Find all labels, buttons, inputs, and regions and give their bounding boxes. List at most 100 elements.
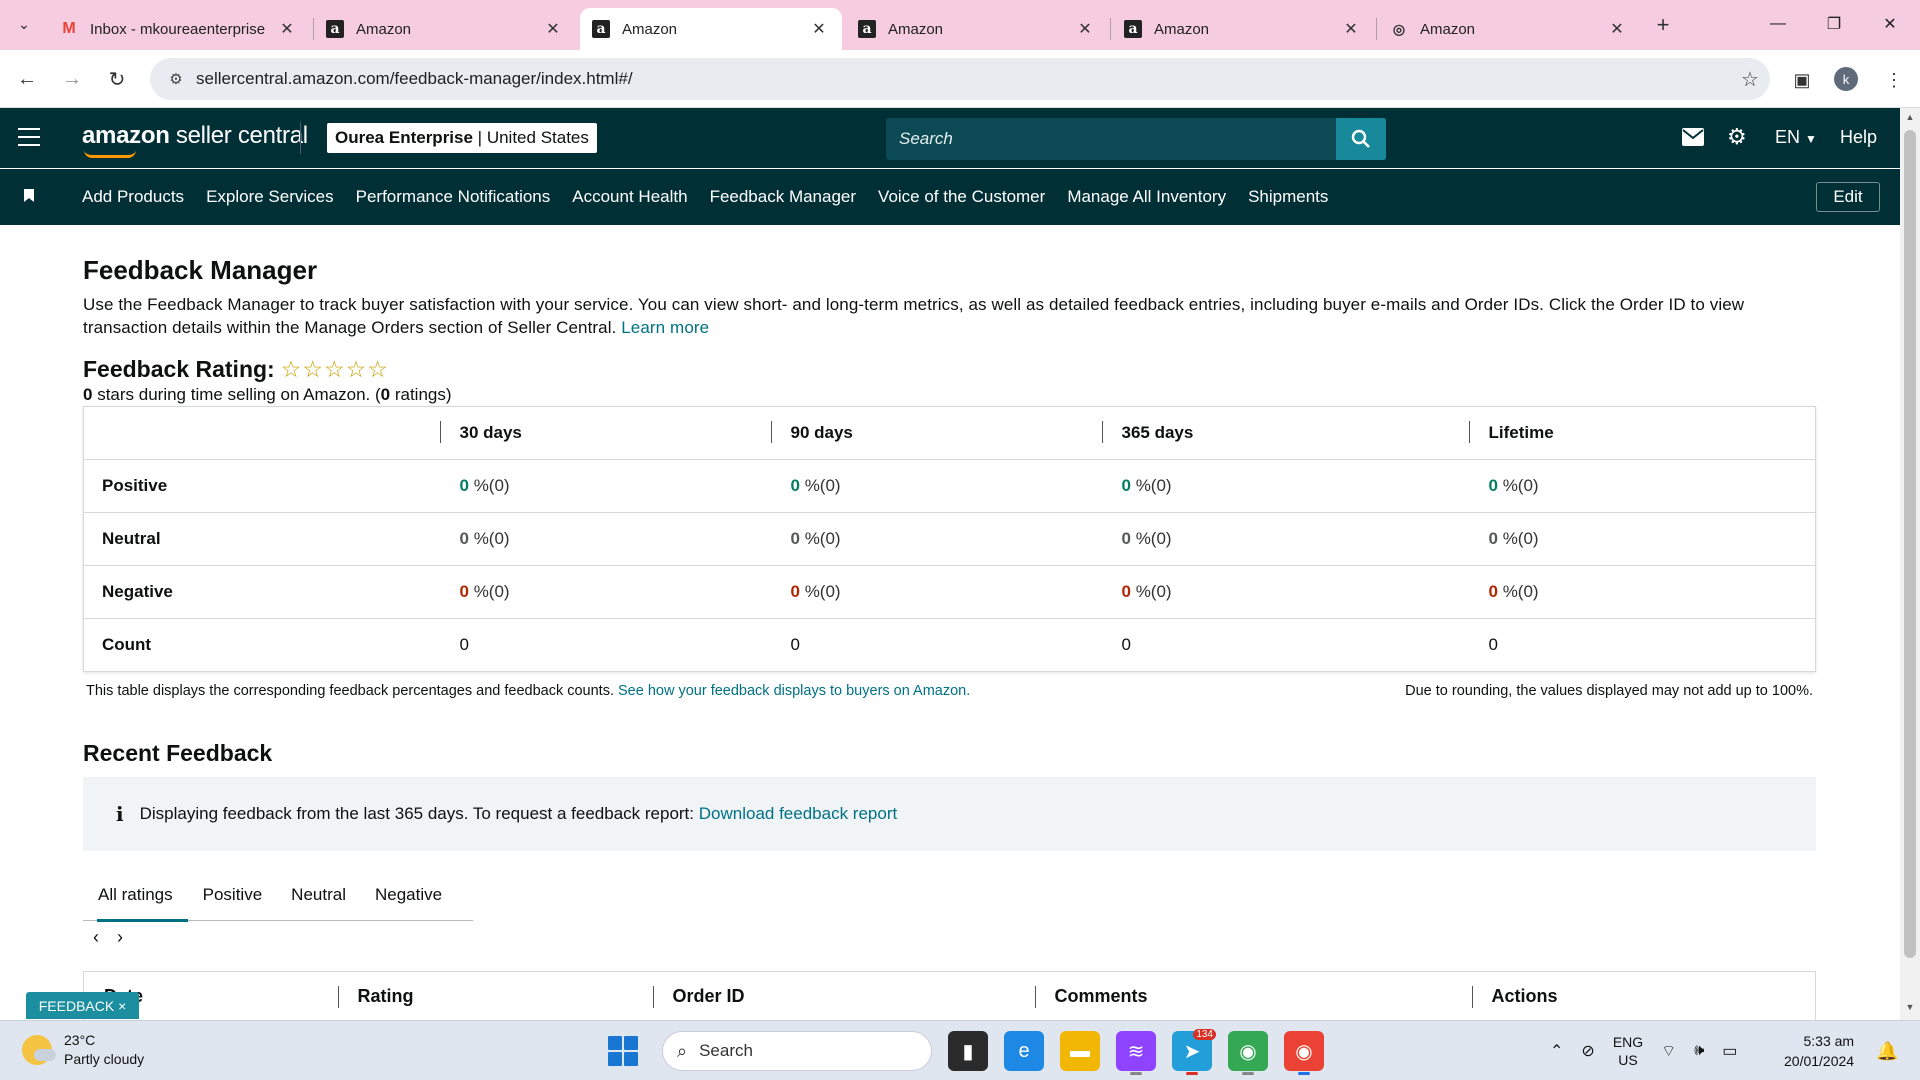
chevron-right-icon[interactable]: ›: [117, 927, 123, 948]
feedback-widget-button[interactable]: FEEDBACK ×: [26, 992, 139, 1019]
table-cell: 0 %(0): [439, 459, 771, 513]
network-off-icon[interactable]: ⊘: [1581, 1041, 1594, 1061]
percent-count: %(0): [468, 476, 510, 495]
nav-manage-all-inventory[interactable]: Manage All Inventory: [1067, 187, 1226, 207]
clock[interactable]: 5:33 am 20/01/2024: [1784, 1031, 1854, 1071]
help-link[interactable]: Help: [1840, 127, 1877, 148]
scroll-down-arrow-icon[interactable]: ▼: [1900, 1002, 1920, 1018]
tab-positive[interactable]: Positive: [188, 869, 278, 921]
restore-icon[interactable]: ❐: [1812, 8, 1856, 40]
more-menu-icon[interactable]: ⋮: [1880, 66, 1908, 94]
close-icon[interactable]: ✕: [276, 18, 298, 40]
tab-all-ratings[interactable]: All ratings: [83, 869, 188, 922]
language-selector[interactable]: EN ▼: [1775, 127, 1817, 148]
search-button[interactable]: [1336, 118, 1386, 160]
battery-icon[interactable]: ▭: [1722, 1041, 1737, 1061]
edit-nav-button[interactable]: Edit: [1816, 182, 1880, 212]
learn-more-link[interactable]: Learn more: [621, 318, 709, 337]
bookmark-star-icon[interactable]: ☆: [1730, 67, 1770, 92]
nav-add-products[interactable]: Add Products: [82, 187, 184, 207]
table-header-row: Date Rating Order ID Comments Actions: [84, 972, 1816, 1022]
language-label: EN: [1775, 127, 1801, 147]
notification-bell-icon[interactable]: 🔔: [1876, 1041, 1898, 1062]
percent-count: %(0): [468, 582, 510, 601]
feedback-rating-label: Feedback Rating:: [83, 356, 275, 382]
weather-widget[interactable]: 23°C Partly cloudy: [22, 1031, 144, 1069]
taskbar-search[interactable]: ⌕ Search: [662, 1031, 932, 1071]
close-icon[interactable]: ✕: [1074, 18, 1096, 40]
search-icon: [1351, 129, 1370, 148]
amazon-seller-central-logo[interactable]: amazon seller central: [82, 122, 308, 158]
nav-explore-services[interactable]: Explore Services: [206, 187, 334, 207]
column-header[interactable]: Comments: [1034, 972, 1472, 1022]
telegram-icon[interactable]: ➤ 134: [1172, 1029, 1216, 1075]
account-switcher[interactable]: Ourea Enterprise | United States: [327, 123, 597, 153]
stars-text: stars during time selling on Amazon. (: [92, 385, 381, 404]
search-input[interactable]: [899, 129, 1386, 149]
logo-amazon-text: amazon: [82, 122, 170, 149]
minimize-icon[interactable]: —: [1756, 8, 1800, 40]
close-icon[interactable]: ✕: [808, 18, 830, 40]
browser-tab-gmail[interactable]: M Inbox - mkoureaenterprise ✕: [48, 8, 310, 50]
nav-shipments[interactable]: Shipments: [1248, 187, 1328, 207]
chrome-profile-icon[interactable]: ◉: [1228, 1031, 1268, 1075]
column-header[interactable]: Order ID: [652, 972, 1035, 1022]
scrollbar-thumb[interactable]: [1904, 130, 1916, 958]
tab-neutral[interactable]: Neutral: [277, 869, 361, 921]
download-feedback-report-link[interactable]: Download feedback report: [699, 804, 897, 824]
page-scrollbar[interactable]: ▲ ▼: [1900, 108, 1920, 1020]
neutral-value: 0: [790, 529, 800, 548]
edge-icon[interactable]: e: [1004, 1031, 1044, 1071]
browser-tab-amazon-active[interactable]: a Amazon ✕: [580, 8, 842, 50]
tab-negative[interactable]: Negative: [361, 869, 457, 921]
new-tab-plus-icon[interactable]: +: [1650, 12, 1676, 38]
neutral-value: 0: [1121, 529, 1131, 548]
forward-arrow-icon[interactable]: →: [57, 64, 87, 94]
wifi-icon[interactable]: ⌔: [1661, 1041, 1676, 1061]
nav-feedback-manager[interactable]: Feedback Manager: [710, 187, 856, 207]
messenger-icon[interactable]: ≋: [1116, 1031, 1156, 1075]
row-label: Negative: [83, 565, 440, 619]
back-arrow-icon[interactable]: ←: [12, 64, 42, 94]
browser-tab-amazon-3[interactable]: a Amazon ✕: [846, 8, 1108, 50]
file-explorer-icon[interactable]: ▬: [1060, 1031, 1100, 1071]
side-panel-icon[interactable]: ▣: [1788, 66, 1816, 94]
nav-performance-notifications[interactable]: Performance Notifications: [356, 187, 551, 207]
omnibox[interactable]: ⚙ sellercentral.amazon.com/feedback-mana…: [150, 58, 1770, 100]
tab-search-chevron-icon[interactable]: ⌄: [10, 10, 38, 38]
url-text[interactable]: sellercentral.amazon.com/feedback-manage…: [196, 69, 1730, 89]
bookmark-icon[interactable]: [24, 189, 34, 202]
column-header-30-days: 30 days: [459, 423, 522, 442]
close-icon[interactable]: ✕: [1606, 18, 1628, 40]
table-row-neutral: Neutral 0 %(0) 0 %(0) 0 %(0) 0 %(0): [83, 512, 1816, 566]
positive-value: 0: [459, 476, 469, 495]
column-header[interactable]: Actions: [1471, 972, 1816, 1022]
see-feedback-display-link[interactable]: See how your feedback displays to buyers…: [618, 683, 970, 699]
window-close-icon[interactable]: ✕: [1868, 8, 1912, 40]
chrome-icon[interactable]: ◉: [1284, 1031, 1324, 1075]
neutral-value: 0: [459, 529, 469, 548]
column-header[interactable]: Rating: [337, 972, 653, 1022]
time: 5:33 am: [1803, 1033, 1855, 1049]
browser-tab-amazon-4[interactable]: a Amazon ✕: [1112, 8, 1374, 50]
close-icon[interactable]: ✕: [1340, 18, 1362, 40]
hamburger-menu-icon[interactable]: [18, 128, 40, 146]
volume-icon[interactable]: 🕪: [1694, 1042, 1704, 1060]
input-language[interactable]: ENG US: [1613, 1033, 1643, 1069]
scroll-up-arrow-icon[interactable]: ▲: [1900, 112, 1920, 128]
settings-gear-icon[interactable]: ⚙: [1727, 124, 1747, 150]
taskbar-apps: ⌕ Search ▮ e ▬ ≋ ➤ 134 ◉ ◉: [608, 1029, 1324, 1075]
browser-tab-amazon-5[interactable]: ◎ Amazon ✕: [1378, 8, 1640, 50]
mail-icon[interactable]: [1682, 126, 1704, 152]
nav-account-health[interactable]: Account Health: [572, 187, 687, 207]
profile-avatar[interactable]: k: [1834, 67, 1858, 91]
nav-voice-of-the-customer[interactable]: Voice of the Customer: [878, 187, 1045, 207]
task-view-icon[interactable]: ▮: [948, 1031, 988, 1071]
site-settings-icon[interactable]: ⚙: [156, 70, 196, 88]
browser-tab-amazon-1[interactable]: a Amazon ✕: [314, 8, 576, 50]
reload-icon[interactable]: ↻: [102, 64, 132, 94]
windows-start-icon[interactable]: [608, 1036, 638, 1066]
close-icon[interactable]: ✕: [542, 18, 564, 40]
chevron-left-icon[interactable]: ‹: [93, 927, 99, 948]
show-hidden-icons-chevron-icon[interactable]: ⌃: [1550, 1041, 1563, 1061]
